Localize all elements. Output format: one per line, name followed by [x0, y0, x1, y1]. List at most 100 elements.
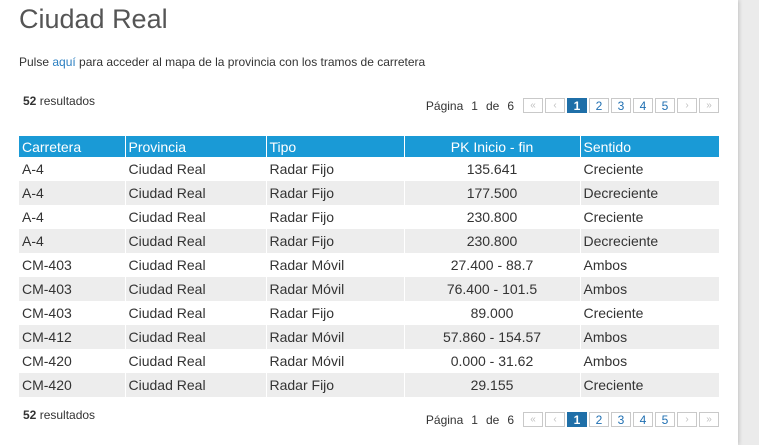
cell-tipo: Radar Móvil: [266, 253, 405, 277]
table-row: CM-420 Ciudad Real Radar Fijo 29.155 Cre…: [19, 373, 719, 397]
cell-tipo: Radar Móvil: [266, 277, 405, 301]
cell-provincia: Ciudad Real: [125, 325, 267, 349]
cell-tipo: Radar Fijo: [266, 205, 405, 229]
results-count-label: resultados: [36, 408, 96, 422]
cell-pk: 230.800: [404, 205, 581, 229]
page-button-4[interactable]: 4: [633, 98, 653, 113]
table-row: A-4 Ciudad Real Radar Fijo 135.641 Creci…: [19, 157, 719, 181]
cell-provincia: Ciudad Real: [125, 301, 267, 325]
page-button-2[interactable]: 2: [589, 98, 609, 113]
cell-carretera: CM-403: [19, 277, 126, 301]
last-page-icon[interactable]: »: [699, 412, 719, 427]
page-button-2[interactable]: 2: [589, 412, 609, 427]
results-count-number: 52: [23, 94, 37, 108]
cell-sentido: Decreciente: [580, 229, 719, 253]
table-row: CM-403 Ciudad Real Radar Móvil 76.400 - …: [19, 277, 719, 301]
cell-sentido: Creciente: [580, 373, 719, 397]
page-button-4[interactable]: 4: [633, 412, 653, 427]
table-row: A-4 Ciudad Real Radar Fijo 177.500 Decre…: [19, 181, 719, 205]
cell-sentido: Creciente: [580, 157, 719, 181]
pagination-label: Página: [425, 412, 464, 427]
pagination-current: 1: [471, 98, 478, 113]
cell-tipo: Radar Fijo: [266, 157, 405, 181]
results-count-bottom: 52 resultados: [23, 408, 95, 422]
cell-carretera: CM-403: [19, 253, 126, 277]
cell-pk: 27.400 - 88.7: [404, 253, 581, 277]
cell-provincia: Ciudad Real: [125, 253, 267, 277]
page-button-5[interactable]: 5: [655, 412, 675, 427]
pagination-label: Página: [425, 98, 464, 113]
cell-tipo: Radar Fijo: [266, 229, 405, 253]
results-count-label: resultados: [36, 94, 96, 108]
radar-table: Carretera Provincia Tipo PK Inicio - fin…: [19, 136, 719, 397]
cell-pk: 0.000 - 31.62: [404, 349, 581, 373]
column-header-sentido[interactable]: Sentido: [580, 136, 719, 157]
cell-provincia: Ciudad Real: [125, 277, 267, 301]
column-header-pk[interactable]: PK Inicio - fin: [404, 136, 581, 157]
next-page-icon[interactable]: ›: [677, 98, 697, 113]
map-link[interactable]: aquí: [52, 55, 75, 69]
cell-carretera: A-4: [19, 205, 126, 229]
table-header-row: Carretera Provincia Tipo PK Inicio - fin…: [19, 136, 719, 157]
cell-tipo: Radar Fijo: [266, 181, 405, 205]
pagination-of: de: [485, 412, 500, 427]
cell-sentido: Creciente: [580, 301, 719, 325]
results-count-number: 52: [23, 408, 37, 422]
pagination-current: 1: [471, 412, 478, 427]
table-row: CM-403 Ciudad Real Radar Móvil 27.400 - …: [19, 253, 719, 277]
cell-sentido: Ambos: [580, 253, 719, 277]
page-button-3[interactable]: 3: [611, 412, 631, 427]
cell-carretera: CM-403: [19, 301, 126, 325]
table-row: CM-420 Ciudad Real Radar Móvil 0.000 - 3…: [19, 349, 719, 373]
pagination-total: 6: [507, 98, 514, 113]
page-button-3[interactable]: 3: [611, 98, 631, 113]
table-row: CM-403 Ciudad Real Radar Fijo 89.000 Cre…: [19, 301, 719, 325]
page-button-1[interactable]: 1: [567, 98, 587, 113]
first-page-icon[interactable]: «: [523, 98, 543, 113]
first-page-icon[interactable]: «: [523, 412, 543, 427]
cell-provincia: Ciudad Real: [125, 349, 267, 373]
prev-page-icon[interactable]: ‹: [545, 412, 565, 427]
cell-provincia: Ciudad Real: [125, 373, 267, 397]
cell-tipo: Radar Móvil: [266, 325, 405, 349]
results-count-top: 52 resultados: [23, 94, 95, 108]
page-button-5[interactable]: 5: [655, 98, 675, 113]
cell-provincia: Ciudad Real: [125, 181, 267, 205]
table-row: CM-412 Ciudad Real Radar Móvil 57.860 - …: [19, 325, 719, 349]
content-panel: Ciudad Real Pulse aquí para acceder al m…: [0, 0, 738, 445]
intro-text-before: Pulse: [19, 55, 53, 69]
cell-carretera: CM-420: [19, 373, 126, 397]
cell-pk: 29.155: [404, 373, 581, 397]
cell-sentido: Decreciente: [580, 181, 719, 205]
cell-pk: 230.800: [404, 229, 581, 253]
cell-pk: 177.500: [404, 181, 581, 205]
cell-sentido: Ambos: [580, 277, 719, 301]
cell-carretera: A-4: [19, 181, 126, 205]
intro-text: Pulse aquí para acceder al mapa de la pr…: [19, 54, 425, 70]
cell-pk: 135.641: [404, 157, 581, 181]
cell-pk: 89.000: [404, 301, 581, 325]
page-title: Ciudad Real: [19, 4, 168, 34]
column-header-tipo[interactable]: Tipo: [266, 136, 405, 157]
pagination-of: de: [485, 98, 500, 113]
table-row: A-4 Ciudad Real Radar Fijo 230.800 Decre…: [19, 229, 719, 253]
cell-carretera: CM-412: [19, 325, 126, 349]
cell-carretera: A-4: [19, 157, 126, 181]
pagination-top: Página 1 de 6 « ‹ 1 2 3 4 5 › »: [426, 97, 719, 114]
cell-carretera: A-4: [19, 229, 126, 253]
page-button-1[interactable]: 1: [567, 412, 587, 427]
prev-page-icon[interactable]: ‹: [545, 98, 565, 113]
pagination-total: 6: [507, 412, 514, 427]
cell-carretera: CM-420: [19, 349, 126, 373]
last-page-icon[interactable]: »: [699, 98, 719, 113]
cell-sentido: Creciente: [580, 205, 719, 229]
cell-provincia: Ciudad Real: [125, 157, 267, 181]
next-page-icon[interactable]: ›: [677, 412, 697, 427]
column-header-carretera[interactable]: Carretera: [19, 136, 126, 157]
cell-pk: 76.400 - 101.5: [404, 277, 581, 301]
table-row: A-4 Ciudad Real Radar Fijo 230.800 Creci…: [19, 205, 719, 229]
column-header-provincia[interactable]: Provincia: [125, 136, 267, 157]
cell-provincia: Ciudad Real: [125, 229, 267, 253]
pagination-bottom: Página 1 de 6 « ‹ 1 2 3 4 5 › »: [426, 411, 719, 428]
cell-provincia: Ciudad Real: [125, 205, 267, 229]
